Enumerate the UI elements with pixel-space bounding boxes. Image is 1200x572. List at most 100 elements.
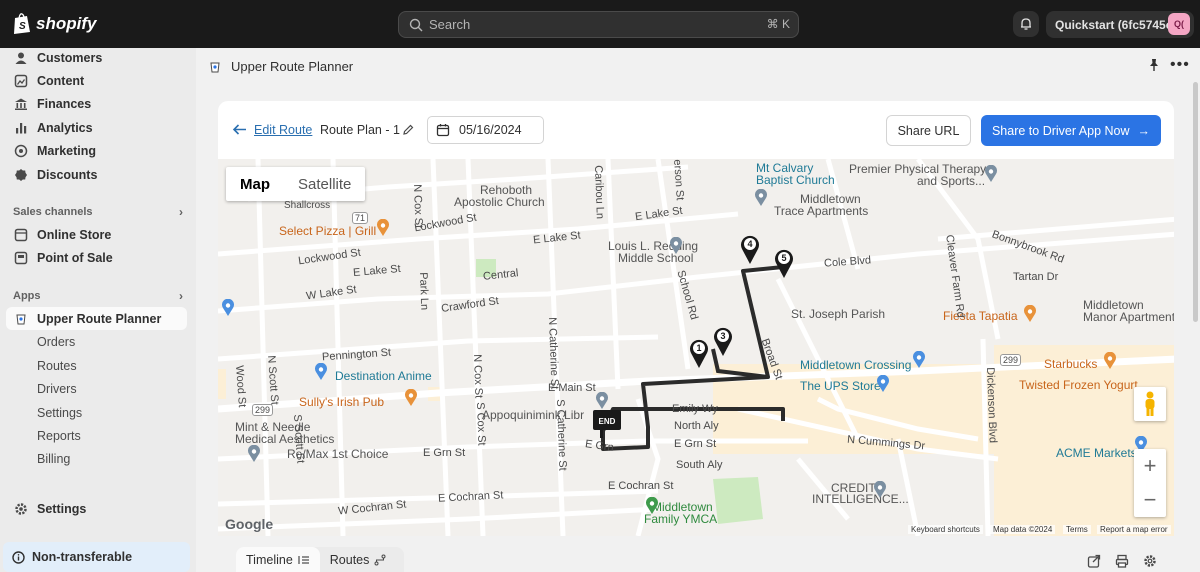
content-icon (14, 74, 28, 87)
shopify-logo[interactable]: S shopify (12, 12, 96, 35)
sidebar-item-label: Settings (37, 501, 87, 516)
arrow-right-icon: → (1137, 123, 1151, 138)
stop-number: 4 (747, 239, 752, 249)
food-pin-icon[interactable] (404, 389, 418, 407)
poi-pin-icon[interactable] (984, 165, 998, 183)
shop-pin-icon[interactable] (314, 363, 328, 381)
sidebar-item-point-of-sale[interactable]: Point of Sale (6, 246, 187, 269)
sidebar-item-marketing[interactable]: Marketing (6, 139, 187, 162)
edit-route-link[interactable]: Edit Route (254, 123, 312, 137)
pencil-icon[interactable] (402, 124, 414, 136)
app-icon (210, 62, 220, 73)
non-transferable-banner[interactable]: Non-transferable (3, 542, 190, 572)
more-actions-icon[interactable]: ••• (1170, 56, 1190, 74)
poi-pin-icon[interactable] (873, 481, 887, 499)
gear-icon (15, 502, 27, 515)
sidebar-item-content[interactable]: Content (6, 69, 187, 92)
map-type-toggle: Map Satellite (226, 167, 366, 201)
share-url-button[interactable]: Share URL (886, 115, 971, 146)
map-type-map-button[interactable]: Map (226, 167, 284, 201)
poi-label: INTELLIGENCE... (812, 492, 909, 506)
route-toolbar: Edit Route Route Plan - 1 05/16/2024 Sha… (218, 101, 1174, 159)
poi-pin-icon[interactable] (669, 237, 683, 255)
sidebar-item-online-store[interactable]: Online Store (6, 223, 187, 246)
poi-label: The UPS Store (800, 379, 881, 393)
sales-channels-heading[interactable]: Sales channels › (13, 205, 183, 219)
poi-label: Medical Aesthetics (235, 432, 335, 446)
street-label: North Aly (674, 420, 719, 432)
street-label: South Aly (676, 459, 723, 471)
sidebar-item-upper-route-planner[interactable]: Upper Route Planner (6, 307, 187, 330)
scrollbar[interactable] (1193, 82, 1198, 322)
poi-label: Sully's Irish Pub (299, 395, 384, 409)
sidebar-item-label: Point of Sale (37, 250, 113, 265)
sidebar-subitem-routes[interactable]: Routes (37, 359, 77, 373)
park-pin-icon[interactable] (645, 497, 659, 515)
terms-link[interactable]: Terms (1063, 525, 1091, 534)
poi-label: Select Pizza | Grill (279, 224, 377, 238)
shop-pin-icon[interactable] (912, 351, 926, 369)
food-pin-icon[interactable] (1023, 305, 1037, 323)
route-shield: 71 (352, 212, 369, 224)
report-error-link[interactable]: Report a map error (1097, 525, 1171, 534)
print-icon[interactable] (1115, 554, 1129, 568)
sidebar-subitem-settings[interactable]: Settings (37, 406, 82, 420)
food-pin-icon[interactable] (376, 219, 390, 237)
apps-heading[interactable]: Apps › (13, 289, 183, 303)
street-label: Shallcross (284, 200, 331, 211)
notifications-button[interactable] (1013, 11, 1039, 37)
pin-icon[interactable] (1147, 58, 1161, 72)
stop-marker-3[interactable]: 3 (712, 325, 734, 357)
route-plan-name: Route Plan - 1 (320, 123, 400, 137)
tab-routes[interactable]: Routes (320, 547, 397, 572)
sidebar-item-label: Upper Route Planner (37, 311, 162, 326)
sidebar-item-discounts[interactable]: Discounts (6, 163, 187, 186)
keyboard-shortcuts-link[interactable]: Keyboard shortcuts (908, 525, 983, 534)
sidebar-subitem-orders[interactable]: Orders (37, 335, 75, 349)
sidebar-item-analytics[interactable]: Analytics (6, 116, 187, 139)
shop-pin-icon[interactable] (876, 375, 890, 393)
sidebar-subitem-billing[interactable]: Billing (37, 452, 70, 466)
shop-pin-icon[interactable] (221, 299, 235, 317)
map-data-attribution: Map data ©2024 (990, 525, 1056, 534)
route-shield: 299 (1000, 354, 1022, 366)
search-input[interactable]: Search ⌘ K (398, 11, 799, 38)
sidebar-subitem-reports[interactable]: Reports (37, 429, 81, 443)
route-icon (374, 554, 386, 565)
date-picker[interactable]: 05/16/2024 (427, 116, 544, 144)
sidebar-subitem-drivers[interactable]: Drivers (37, 382, 77, 396)
stop-marker-4[interactable]: 4 (739, 233, 761, 265)
share-to-driver-button[interactable]: Share to Driver App Now → (981, 115, 1161, 146)
zoom-in-button[interactable]: + (1134, 449, 1166, 483)
street-view-button[interactable] (1134, 387, 1166, 421)
sidebar-item-customers[interactable]: Customers (6, 46, 187, 69)
poi-label: Middletown Crossing (800, 358, 912, 372)
sidebar-item-settings[interactable]: Settings (6, 497, 187, 520)
search-shortcut: ⌘ K (766, 17, 790, 31)
calendar-icon (436, 124, 450, 137)
poi-pin-icon[interactable] (247, 445, 261, 463)
end-marker[interactable]: END (592, 409, 624, 439)
stop-marker-1[interactable]: 1 (688, 337, 710, 369)
gear-icon[interactable] (1143, 554, 1157, 568)
map-type-satellite-button[interactable]: Satellite (284, 167, 365, 201)
tab-label: Timeline (246, 552, 293, 567)
bottom-tab-bar: Timeline Routes (236, 547, 404, 572)
poi-label: Trace Apartments (774, 204, 869, 218)
tab-timeline[interactable]: Timeline (236, 547, 320, 572)
arrow-left-icon[interactable] (232, 122, 247, 137)
google-logo: Google (225, 516, 274, 532)
route-map[interactable]: 1 3 4 5 END Map Satellite Mt Calvary Bap… (218, 159, 1174, 536)
zoom-out-button[interactable]: − (1134, 483, 1166, 517)
poi-pin-icon[interactable] (595, 392, 609, 410)
sidebar-item-label: Discounts (37, 167, 98, 182)
store-menu-button[interactable]: Quickstart (6fc5745e) Q( (1046, 11, 1194, 38)
poi-label: ACME Markets (1056, 446, 1137, 460)
brand-name: shopify (36, 13, 97, 33)
poi-pin-icon[interactable] (754, 189, 768, 207)
stop-marker-5[interactable]: 5 (773, 247, 795, 279)
food-pin-icon[interactable] (1103, 352, 1117, 370)
bank-icon (15, 98, 27, 110)
export-icon[interactable] (1087, 554, 1101, 568)
sidebar-item-finances[interactable]: Finances (6, 92, 187, 115)
